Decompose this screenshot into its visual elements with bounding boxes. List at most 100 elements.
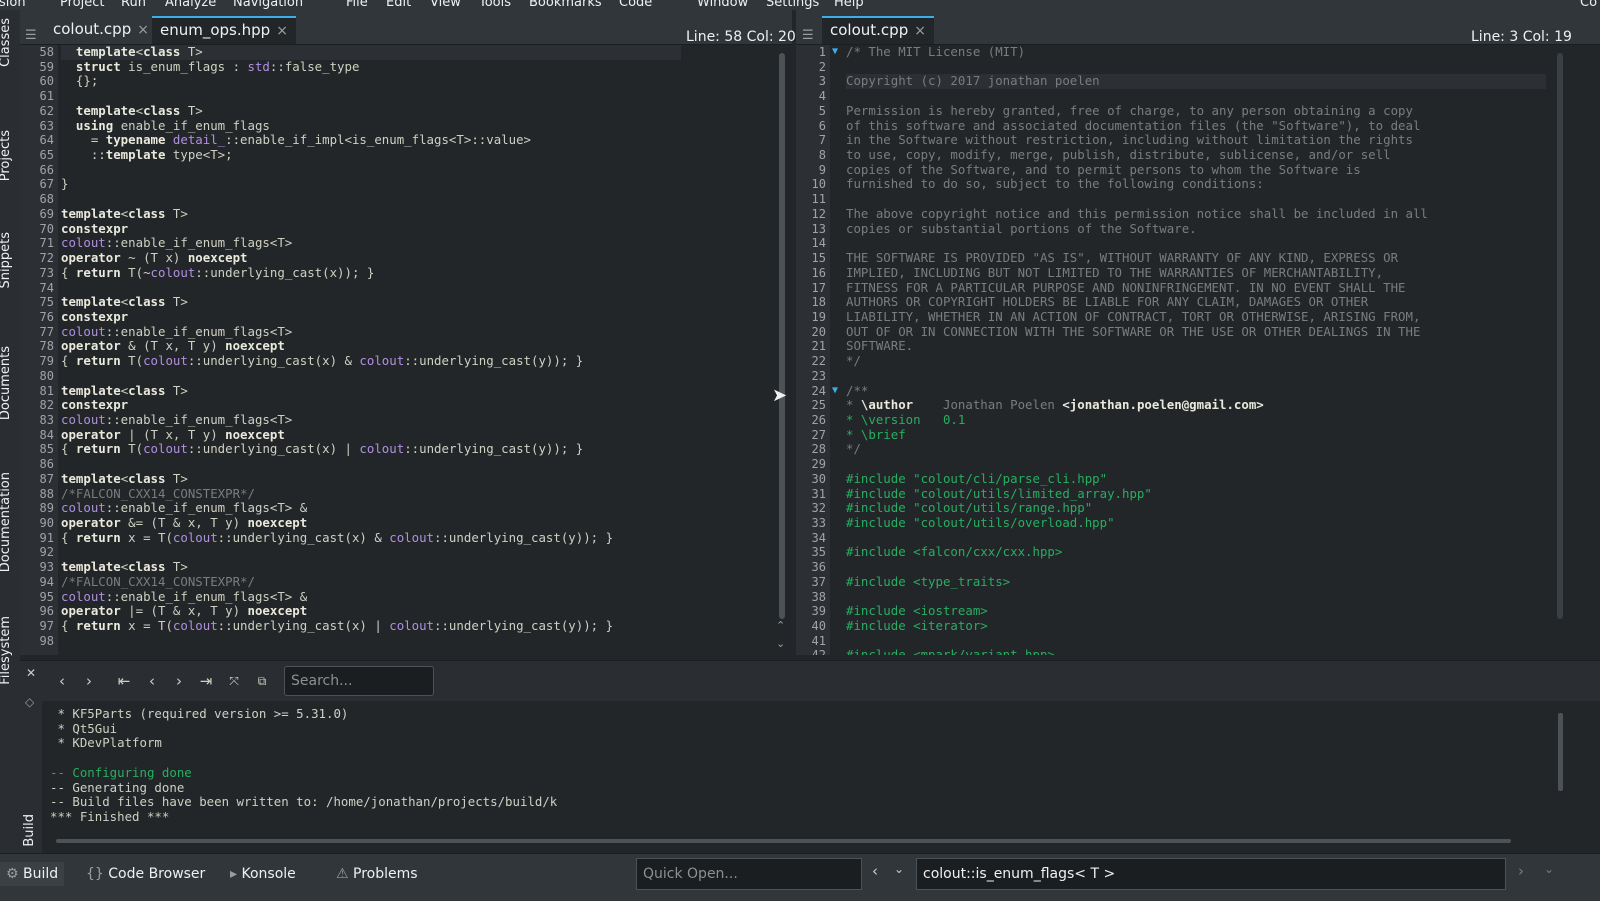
code-line[interactable]: /**	[846, 383, 1546, 399]
code-line[interactable]: operator & (T x, T y) noexcept	[61, 339, 681, 354]
next-item-icon[interactable]: ›	[169, 671, 189, 691]
code-line[interactable]: }	[61, 177, 681, 192]
code-line[interactable]	[846, 590, 1546, 605]
code-area[interactable]: /* The MIT License (MIT) Copyright (c) 20…	[846, 45, 1546, 655]
tab-code-browser[interactable]: {} Code Browser	[80, 862, 211, 886]
code-line[interactable]: LIABILITY, WHETHER IN AN ACTION OF CONTR…	[846, 309, 1546, 325]
code-line[interactable]: * \author Jonathan Poelen <jonathan.poel…	[846, 397, 1546, 413]
code-line[interactable]: {};	[61, 74, 681, 89]
collapse-icon[interactable]: ⤧	[224, 671, 244, 691]
code-line[interactable]: The above copyright notice and this perm…	[846, 206, 1546, 222]
tab-enum-ops-hpp[interactable]: enum_ops.hpp ×	[152, 16, 296, 44]
menu-navigation[interactable]: Navigation	[233, 0, 303, 10]
code-line[interactable]: struct is_enum_flags : std::false_type	[61, 59, 681, 75]
code-line[interactable]: ​	[61, 634, 681, 649]
code-line[interactable]: { return T(colout::underlying_cast(x) | …	[61, 442, 681, 457]
back-icon[interactable]: ‹	[52, 671, 72, 691]
code-line[interactable]: { return T(~colout::underlying_cast(x));…	[61, 265, 681, 281]
code-line[interactable]: OUT OF OR IN CONNECTION WITH THE SOFTWAR…	[846, 324, 1546, 340]
forward-icon[interactable]: ›	[79, 671, 99, 691]
menu-edit[interactable]: Edit	[386, 0, 411, 10]
code-line[interactable]: colout::enable_if_enum_flags<T>	[61, 412, 681, 428]
code-line[interactable]	[846, 60, 1546, 75]
code-line[interactable]: colout::enable_if_enum_flags<T> &	[61, 500, 681, 516]
code-line[interactable]: #include <falcon/cxx/cxx.hpp>	[846, 545, 1546, 560]
next-context-icon[interactable]: ›	[1518, 862, 1524, 880]
code-line[interactable]: { return x = T(colout::underlying_cast(x…	[61, 618, 681, 634]
code-line[interactable]: #include <type_traits>	[846, 574, 1546, 590]
code-line[interactable]	[846, 89, 1546, 104]
side-tab-snippets[interactable]: Snippets	[0, 232, 18, 288]
code-line[interactable]: THE SOFTWARE IS PROVIDED "AS IS", WITHOU…	[846, 250, 1546, 266]
code-line[interactable]: ​	[61, 369, 681, 384]
tab-konsole[interactable]: ▸ Konsole	[224, 862, 302, 886]
code-line[interactable]: constexpr	[61, 221, 681, 237]
code-line[interactable]: constexpr	[61, 397, 681, 413]
vertical-scrollbar[interactable]	[1557, 53, 1563, 619]
context-menu-icon[interactable]: ⌄	[1544, 862, 1554, 876]
code-line[interactable]: template<class T>	[61, 45, 681, 60]
code-line[interactable]: template<class T>	[61, 559, 681, 575]
code-line[interactable]: Permission is hereby granted, free of ch…	[846, 103, 1546, 119]
menu-tools[interactable]: Tools	[479, 0, 511, 10]
code-line[interactable]: ​	[61, 192, 681, 207]
code-line[interactable]: copies or substantial portions of the So…	[846, 221, 1546, 237]
menu-session[interactable]: Session	[0, 0, 26, 10]
code-line[interactable]	[846, 192, 1546, 207]
scroll-up-icon[interactable]: ⌃	[776, 619, 785, 632]
code-line[interactable]: SOFTWARE.	[846, 339, 1546, 354]
code-line[interactable]	[846, 457, 1546, 472]
code-line[interactable]: using enable_if_enum_flags	[61, 118, 681, 134]
code-line[interactable]	[846, 531, 1546, 546]
code-line[interactable]: operator ~ (T x) noexcept	[61, 250, 681, 266]
build-horizontal-scrollbar[interactable]	[56, 839, 1511, 843]
code-line[interactable]: template<class T>	[61, 471, 681, 487]
menu-window[interactable]: Window	[697, 0, 748, 10]
code-line[interactable]: = typename detail_::enable_if_impl<is_en…	[61, 132, 681, 148]
code-line[interactable]: colout::enable_if_enum_flags<T> &	[61, 589, 681, 605]
previous-context-icon[interactable]: ‹	[872, 862, 878, 880]
fold-arrow-icon[interactable]: ▼	[832, 45, 842, 60]
code-line[interactable]: #include <iostream>	[846, 603, 1546, 619]
side-tab-documents[interactable]: Documents	[0, 346, 18, 420]
code-line[interactable]: AUTHORS OR COPYRIGHT HOLDERS BE LIABLE F…	[846, 294, 1546, 310]
scroll-down-icon[interactable]: ⌄	[776, 637, 785, 650]
context-browser-field[interactable]: colout::is_enum_flags< T >	[916, 858, 1506, 890]
tab-colout-cpp-left[interactable]: colout.cpp ×	[45, 16, 157, 42]
left-code-editor[interactable]: 58 59 60 61 62 63 64 65 66 67 68 69 70 71 72 73 74 75 76 77…	[20, 45, 792, 655]
menu-help[interactable]: Help	[834, 0, 864, 10]
code-line[interactable]: /* The MIT License (MIT)	[846, 45, 1546, 60]
menu-run[interactable]: Run	[121, 0, 146, 10]
code-line[interactable]: colout::enable_if_enum_flags<T>	[61, 324, 681, 340]
code-line[interactable]: operator &= (T & x, T y) noexcept	[61, 515, 681, 531]
side-tab-projects[interactable]: Projects	[0, 130, 18, 181]
code-line[interactable]: { return x = T(colout::underlying_cast(x…	[61, 530, 681, 546]
menu-analyze[interactable]: Analyze	[165, 0, 216, 10]
code-line[interactable]: /*FALCON_CXX14_CONSTEXPR*/	[61, 486, 681, 502]
code-line[interactable]: * \brief	[846, 427, 1546, 443]
code-line[interactable]: template<class T>	[61, 383, 681, 399]
code-line[interactable]: template<class T>	[61, 206, 681, 222]
code-line[interactable]: copies of the Software, and to permit pe…	[846, 162, 1546, 178]
code-line[interactable]: #include <mpark/variant.hpp>	[846, 648, 1546, 655]
tab-problems[interactable]: ⚠ Problems	[330, 862, 424, 886]
build-label[interactable]: Build	[22, 814, 37, 847]
code-line[interactable]: to use, copy, modify, merge, publish, di…	[846, 147, 1546, 163]
code-line[interactable]: IMPLIED, INCLUDING BUT NOT LIMITED TO TH…	[846, 265, 1546, 281]
build-search-input[interactable]: Search...	[284, 666, 434, 696]
code-line[interactable]: ​	[61, 457, 681, 472]
code-line[interactable]: #include "colout/cli/parse_cli.hpp"	[846, 471, 1546, 487]
previous-item-icon[interactable]: ‹	[142, 671, 162, 691]
first-item-icon[interactable]: ⇤	[114, 671, 134, 691]
code-line[interactable]: #include "colout/utils/range.hpp"	[846, 500, 1546, 516]
menu-project[interactable]: Project	[60, 0, 104, 10]
code-line[interactable]	[846, 560, 1546, 575]
code-line[interactable]: #include "colout/utils/limited_array.hpp…	[846, 486, 1546, 502]
code-line[interactable]	[846, 236, 1546, 251]
code-line[interactable]: #include <iterator>	[846, 618, 1546, 634]
pin-icon[interactable]: ◇	[25, 695, 34, 709]
tab-build[interactable]: ⚙ Build	[0, 862, 65, 886]
document-list-icon[interactable]: ☰	[802, 28, 814, 43]
code-line[interactable]: template<class T>	[61, 294, 681, 310]
document-list-icon[interactable]: ☰	[25, 28, 37, 43]
